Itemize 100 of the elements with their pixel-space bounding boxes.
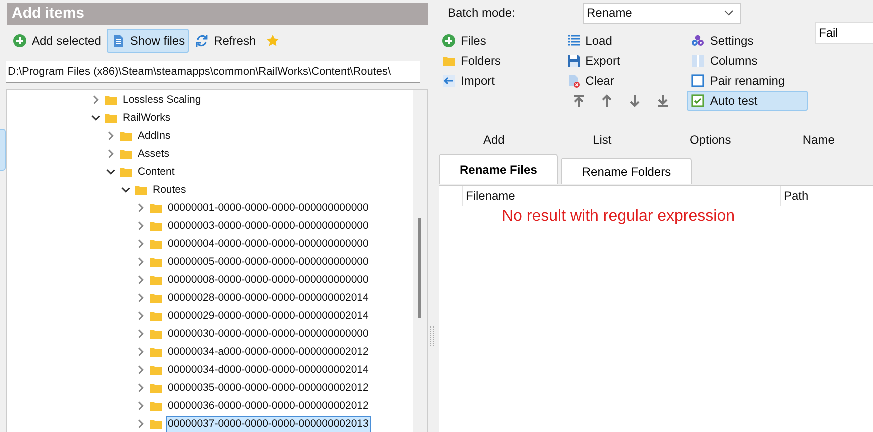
folder-icon: [149, 345, 163, 359]
filter-field[interactable]: Fail: [815, 22, 873, 44]
checked-checkbox-icon[interactable]: [691, 94, 706, 108]
tab[interactable]: Rename Files: [439, 154, 558, 184]
group-label: Name: [802, 133, 836, 149]
action-button[interactable]: Load: [562, 31, 688, 51]
expand-chevron-icon[interactable]: [136, 311, 146, 321]
move-top-icon[interactable]: [572, 94, 586, 108]
folder-icon: [104, 93, 118, 107]
action-button[interactable]: Settings: [687, 31, 812, 51]
tree-item[interactable]: Assets: [136, 146, 172, 162]
expand-chevron-icon[interactable]: [136, 401, 146, 411]
tree-item[interactable]: 00000001-0000-0000-0000-000000000000: [166, 200, 371, 216]
folder-icon: [149, 309, 163, 323]
list-icon: [566, 34, 581, 48]
plus-circle-icon: [442, 34, 456, 48]
folder-icon: [119, 147, 133, 161]
tree-item[interactable]: Routes: [151, 182, 188, 198]
folder-icon: [134, 183, 148, 197]
action-button[interactable]: Export: [562, 51, 688, 71]
expand-chevron-icon[interactable]: [106, 149, 116, 159]
tree-item[interactable]: 00000034-a000-0000-0000-000000002012: [166, 344, 371, 360]
folder-icon: [149, 417, 163, 431]
folder-icon: [149, 291, 163, 305]
expand-chevron-icon[interactable]: [136, 365, 146, 375]
tree-item[interactable]: 00000028-0000-0000-0000-000000002014: [166, 290, 371, 306]
gears-icon: [691, 34, 706, 48]
toolbar-button[interactable]: Refresh: [191, 29, 260, 53]
path-field[interactable]: D:\Program Files (x86)\Steam\steamapps\common\RailWorks\Content\Routes\: [6, 61, 420, 83]
batch-mode-dropdown[interactable]: Rename: [583, 2, 741, 24]
group-label: Add: [482, 133, 506, 149]
tree-item[interactable]: 00000008-0000-0000-0000-000000000000: [166, 272, 371, 288]
plus-circle-icon: [13, 34, 27, 48]
tree-item[interactable]: 00000034-d000-0000-0000-000000002014: [166, 362, 371, 378]
column-header[interactable]: Filename: [463, 186, 781, 206]
folder-icon: [149, 273, 163, 287]
folder-tree[interactable]: [6, 89, 428, 432]
column-header[interactable]: Path: [781, 186, 809, 206]
tree-item[interactable]: 00000029-0000-0000-0000-000000002014: [166, 308, 371, 324]
left-arrow-icon: [442, 74, 456, 88]
expand-chevron-icon[interactable]: [136, 419, 146, 429]
tree-item[interactable]: 00000004-0000-0000-0000-000000000000: [166, 236, 371, 252]
toolbar-button[interactable]: Add selected: [9, 29, 106, 53]
tree-item[interactable]: 00000037-0000-0000-0000-000000002013: [166, 416, 371, 432]
group-label: Options: [688, 133, 732, 149]
action-button[interactable]: Import: [438, 71, 563, 91]
caret-icon: [724, 10, 734, 16]
expand-chevron-icon[interactable]: [136, 275, 146, 285]
tab[interactable]: Rename Folders: [561, 158, 692, 184]
move-up-icon[interactable]: [600, 94, 614, 108]
move-down-icon[interactable]: [628, 94, 642, 108]
folder-icon: [149, 381, 163, 395]
action-button[interactable]: Clear: [562, 71, 688, 91]
tree-item[interactable]: Content: [136, 164, 177, 180]
folder-icon: [104, 111, 118, 125]
checkbox-option[interactable]: Pair renaming: [687, 71, 812, 91]
splitter-handle[interactable]: [430, 326, 434, 346]
scroll-thumb[interactable]: [418, 218, 421, 318]
expand-chevron-icon[interactable]: [106, 131, 116, 141]
collapse-chevron-icon[interactable]: [91, 113, 101, 123]
tree-item[interactable]: 00000030-0000-0000-0000-000000000000: [166, 326, 371, 342]
folder-icon: [149, 399, 163, 413]
collapse-chevron-icon[interactable]: [106, 167, 116, 177]
columns-icon: [691, 54, 706, 68]
tree-item[interactable]: RailWorks: [121, 110, 173, 126]
tree-item[interactable]: AddIns: [136, 128, 173, 144]
collapse-chevron-icon[interactable]: [121, 185, 131, 195]
action-button[interactable]: Columns: [687, 51, 812, 71]
tree-item[interactable]: 00000003-0000-0000-0000-000000000000: [166, 218, 371, 234]
group-label: List: [592, 133, 613, 149]
folder-icon: [119, 129, 133, 143]
tree-item[interactable]: 00000005-0000-0000-0000-000000000000: [166, 254, 371, 270]
folder-icon: [149, 219, 163, 233]
expand-chevron-icon[interactable]: [136, 383, 146, 393]
expand-chevron-icon[interactable]: [136, 221, 146, 231]
scrollbar[interactable]: [413, 90, 427, 432]
folder-icon: [149, 201, 163, 215]
batch-mode-label: Batch mode:: [448, 6, 516, 20]
tree-item[interactable]: Lossless Scaling: [121, 92, 204, 108]
panel-title: Add items: [7, 3, 428, 25]
checkbox-icon[interactable]: [691, 74, 706, 88]
folder-icon: [149, 327, 163, 341]
error-message: No result with regular expression: [502, 208, 736, 226]
action-button[interactable]: Folders: [438, 51, 563, 71]
expand-chevron-icon[interactable]: [136, 329, 146, 339]
expand-chevron-icon[interactable]: [136, 239, 146, 249]
toolbar-button[interactable]: Show files: [107, 29, 190, 53]
checkbox-option[interactable]: Auto test: [687, 91, 808, 111]
move-bottom-icon[interactable]: [656, 94, 670, 108]
tree-item[interactable]: 00000036-0000-0000-0000-000000002012: [166, 398, 371, 414]
folder-icon: [119, 165, 133, 179]
expand-chevron-icon[interactable]: [91, 95, 101, 105]
expand-chevron-icon[interactable]: [136, 203, 146, 213]
folder-icon: [442, 54, 456, 68]
action-button[interactable]: Files: [438, 31, 563, 51]
expand-chevron-icon[interactable]: [136, 257, 146, 267]
refresh-icon: [195, 34, 210, 48]
expand-chevron-icon[interactable]: [136, 293, 146, 303]
expand-chevron-icon[interactable]: [136, 347, 146, 357]
tree-item[interactable]: 00000035-0000-0000-0000-000000002012: [166, 380, 371, 396]
